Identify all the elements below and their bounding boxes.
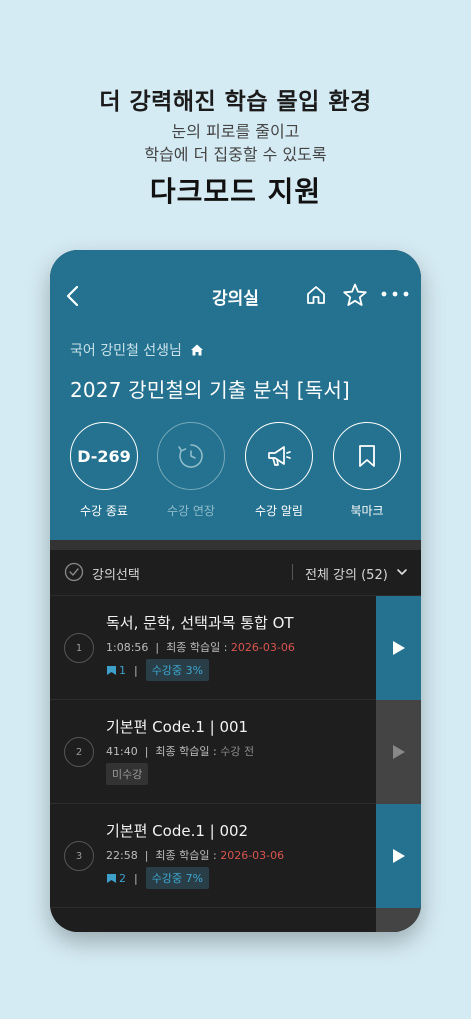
play-button[interactable]	[376, 804, 421, 908]
play-icon	[392, 849, 405, 863]
lesson-number: 3	[64, 841, 94, 871]
play-icon	[392, 745, 405, 759]
course-title: 2027 강민철의 기출 분석 [독서]	[70, 378, 350, 402]
course-hero: 강의실 국어 강민철 선생님 2027 강민철의 기출 분석 [독서] D-26…	[50, 250, 421, 540]
last-study-label: 최종 학습일 :	[155, 849, 221, 862]
action-label: 수강 종료	[80, 504, 128, 518]
lesson-row[interactable]: 2 기본편 Code.1 | 001 41:40 | 최종 학습일 : 수강 전…	[50, 700, 421, 804]
teacher-home-icon	[190, 344, 203, 356]
promo-headline: 더 강력해진 학습 몰입 환경	[99, 89, 372, 115]
bookmark-icon	[359, 445, 375, 467]
promo-subtext-1: 눈의 피로를 줄이고	[171, 122, 300, 141]
lesson-number: 1	[64, 633, 94, 663]
lesson-title: 기본편 Code.1 | 002	[106, 822, 249, 840]
bookmark-flag-icon	[107, 873, 116, 883]
teacher-link[interactable]: 국어 강민철 선생님	[70, 340, 204, 360]
alarm-circle	[245, 422, 313, 490]
megaphone-icon	[268, 446, 291, 466]
promo-feature-title: 다크모드 지원	[149, 175, 322, 208]
extend-circle	[157, 422, 225, 490]
status-badge: 수강중 7%	[145, 867, 210, 889]
star-icon[interactable]	[342, 282, 368, 308]
play-button[interactable]	[376, 908, 421, 932]
lesson-meta: 41:40 | 최종 학습일 : 수강 전	[106, 745, 255, 758]
lesson-row[interactable]: 1 독서, 문학, 선택과목 통합 OT 1:08:56 | 최종 학습일 : …	[50, 596, 421, 700]
lesson-tags: 미수강	[106, 763, 149, 785]
lesson-duration: 41:40	[106, 745, 138, 758]
lesson-row-partial[interactable]	[50, 908, 421, 932]
lesson-meta: 1:08:56 | 최종 학습일 : 2026-03-06	[106, 641, 295, 654]
phone-screen: 강의실 국어 강민철 선생님 2027 강민철의 기출 분석 [독서] D-26…	[50, 250, 421, 932]
bookmark-count: 2	[106, 872, 126, 885]
play-button[interactable]	[376, 700, 421, 804]
last-study-date: 2026-03-06	[230, 641, 295, 654]
teacher-name: 국어 강민철 선생님	[70, 343, 182, 359]
section-divider	[50, 540, 421, 550]
status-badge: 미수강	[106, 763, 149, 785]
last-study-date: 수강 전	[220, 745, 255, 758]
d-day-circle: D-269	[70, 422, 138, 490]
lesson-title: 기본편 Code.1 | 001	[106, 718, 249, 736]
selector-divider	[292, 564, 293, 580]
lesson-number: 2	[64, 737, 94, 767]
action-course-end[interactable]: D-269 수강 종료	[69, 422, 139, 519]
chevron-down-icon[interactable]	[396, 566, 408, 578]
action-extend[interactable]: 수강 연장	[156, 422, 226, 519]
action-label: 수강 알림	[255, 504, 303, 518]
last-study-date: 2026-03-06	[220, 849, 285, 862]
lesson-tags: 1 | 수강중 3%	[106, 659, 210, 681]
action-label: 수강 연장	[167, 504, 215, 518]
check-circle-icon[interactable]	[64, 562, 84, 582]
lesson-meta: 22:58 | 최종 학습일 : 2026-03-06	[106, 849, 285, 862]
lesson-row[interactable]: 3 기본편 Code.1 | 002 22:58 | 최종 학습일 : 2026…	[50, 804, 421, 908]
bookmark-circle	[333, 422, 401, 490]
home-icon[interactable]	[304, 283, 328, 307]
last-study-label: 최종 학습일 :	[155, 745, 221, 758]
more-icon[interactable]	[380, 286, 410, 302]
lesson-title: 독서, 문학, 선택과목 통합 OT	[106, 614, 294, 632]
last-study-label: 최종 학습일 :	[166, 641, 231, 654]
lesson-tags: 2 | 수강중 7%	[106, 867, 210, 889]
play-button[interactable]	[376, 596, 421, 700]
action-bookmark[interactable]: 북마크	[332, 422, 402, 519]
action-alarm[interactable]: 수강 알림	[244, 422, 314, 519]
lecture-select-label[interactable]: 강의선택	[92, 564, 140, 583]
clock-refresh-icon	[178, 444, 203, 468]
bookmark-count: 1	[106, 664, 126, 677]
bookmark-flag-icon	[107, 665, 116, 675]
action-label: 북마크	[350, 504, 384, 518]
lecture-selector-bar: 강의선택 전체 강의 (52)	[50, 550, 421, 596]
all-lectures-dropdown[interactable]: 전체 강의 (52)	[305, 564, 388, 583]
promo-subtext-2: 학습에 더 집중할 수 있도록	[144, 145, 327, 164]
lesson-duration: 1:08:56	[106, 641, 149, 654]
lesson-duration: 22:58	[106, 849, 138, 862]
status-badge: 수강중 3%	[145, 659, 210, 681]
play-icon	[392, 641, 405, 655]
